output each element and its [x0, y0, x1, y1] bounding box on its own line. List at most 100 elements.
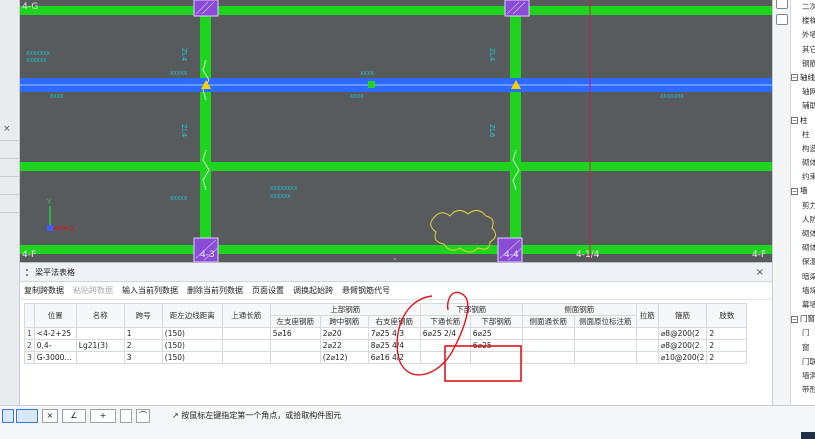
column-header[interactable]: 侧面通长筋 — [521, 315, 575, 328]
column-header[interactable]: 肢数 — [706, 303, 748, 328]
tree-item[interactable]: 辅助 — [791, 99, 815, 113]
drawing-canvas[interactable]: XXXXXXX XXXXXX XXXXX XXXX XXXX XXXX XXXXXXX… — [20, 0, 772, 262]
toolbar-button[interactable]: 删除当前列数据 — [187, 286, 243, 295]
chevron-down-icon[interactable]: ⌄ — [392, 254, 398, 262]
tree-group[interactable]: − 门窗 — [791, 312, 815, 326]
beam-axis-3[interactable] — [200, 0, 211, 262]
list-icon[interactable] — [776, 14, 788, 25]
tree-item[interactable]: 其它 — [791, 43, 815, 57]
table-cell[interactable] — [521, 339, 575, 352]
grip-point[interactable] — [368, 81, 375, 88]
tree-item[interactable]: 构造 — [791, 142, 815, 156]
table-cell[interactable]: ⌀10@200(2 — [657, 351, 708, 364]
tree-item[interactable]: 剪力 — [791, 199, 815, 213]
table-cell[interactable]: (150) — [161, 339, 223, 352]
beam-axis-4[interactable] — [510, 0, 521, 262]
column-top-3[interactable] — [193, 0, 219, 17]
tree-item[interactable]: 楼梯 — [791, 14, 815, 28]
table-cell[interactable]: 2 — [706, 327, 748, 340]
tree-item[interactable]: 柱 — [791, 128, 815, 142]
table-cell[interactable] — [221, 327, 271, 340]
table-cell[interactable] — [269, 351, 321, 364]
toolbar-button[interactable]: 粘贴跨数据 — [73, 286, 113, 295]
table-cell[interactable]: 1 — [123, 327, 163, 340]
table-cell[interactable] — [573, 327, 637, 340]
table-cell[interactable]: 3 — [123, 351, 163, 364]
table-cell[interactable] — [521, 351, 575, 364]
column-header[interactable]: 跨号 — [123, 303, 163, 328]
table-cell[interactable] — [75, 351, 125, 364]
table-cell[interactable] — [269, 339, 321, 352]
column-header[interactable]: 箍筋 — [657, 303, 708, 328]
table-cell[interactable]: 7⌀25 4/3 — [367, 327, 421, 340]
column-header[interactable]: 位置 — [33, 303, 77, 328]
tree-item[interactable]: 窗 — [791, 341, 815, 355]
collapse-icon[interactable]: − — [791, 187, 798, 195]
table-cell[interactable]: 8⌀25 4/4 — [367, 339, 421, 352]
settings-icon[interactable] — [776, 0, 788, 9]
close-icon[interactable]: × — [756, 263, 764, 282]
toolbar-button[interactable]: 悬臂钢筋代号 — [342, 286, 390, 295]
row-number[interactable]: 3 — [24, 351, 35, 364]
column-header[interactable]: 距左边线距离 — [161, 303, 223, 328]
beam-top[interactable] — [20, 6, 772, 15]
table-cell[interactable] — [635, 339, 659, 352]
tree-item[interactable]: 墙洞 — [791, 369, 815, 383]
table-cell[interactable] — [521, 327, 575, 340]
tree-item[interactable]: 砌体 — [791, 241, 815, 255]
table-cell[interactable] — [573, 339, 637, 352]
tree-item[interactable]: 砌体 — [791, 156, 815, 170]
tree-item[interactable]: 门联 — [791, 355, 815, 369]
column-header[interactable]: 下部钢筋 — [469, 315, 523, 328]
table-cell[interactable] — [221, 351, 271, 364]
grid-icon[interactable] — [120, 409, 132, 423]
table-cell[interactable]: (150) — [161, 351, 223, 364]
table-cell[interactable]: 6⌀25 — [469, 339, 523, 352]
column-header[interactable]: 跨中钢筋 — [319, 315, 369, 328]
table-cell[interactable] — [221, 339, 271, 352]
column-header[interactable]: 左支座钢筋 — [269, 315, 321, 328]
table-cell[interactable]: 2 — [706, 339, 748, 352]
table-cell[interactable]: 2⌀20 — [319, 327, 369, 340]
table-cell[interactable]: 6⌀25 2/4 — [419, 327, 471, 340]
tree-item[interactable]: 砌体 — [791, 227, 815, 241]
table-cell[interactable] — [419, 351, 471, 364]
table-cell[interactable] — [75, 327, 125, 340]
table-cell[interactable]: ⌀8@200(2 — [657, 339, 708, 352]
table-cell[interactable]: 5⌀16 — [269, 327, 321, 340]
table-cell[interactable]: (150) — [161, 327, 223, 340]
close-icon[interactable]: × — [3, 124, 11, 134]
tree-item[interactable]: 人防 — [791, 213, 815, 227]
collapse-icon[interactable]: − — [791, 117, 798, 124]
tree-item[interactable]: 墙垛 — [791, 284, 815, 298]
tree-item[interactable]: 钢筋 — [791, 57, 815, 71]
tree-item[interactable]: 轴网 — [791, 85, 815, 99]
tree-item[interactable]: 外墙 — [791, 28, 815, 42]
table-row[interactable]: 2 0,4- Lg21(3) 2 (150) 2⌀22 8⌀25 4/4 6⌀25 ⌀8@200… — [24, 339, 748, 352]
table-cell[interactable]: Lg21(3) — [75, 339, 125, 352]
arc-icon[interactable]: ⌒ — [136, 409, 150, 423]
table-row[interactable]: 3 G-3000... 3 (150) (2⌀12) 6⌀16 4/2 ⌀10@200(2 2 — [24, 351, 748, 364]
table-cell[interactable]: (2⌀12) — [319, 351, 369, 364]
table-cell[interactable]: 2 — [123, 339, 163, 352]
snap-icon[interactable]: + — [90, 409, 116, 423]
tree-item[interactable]: 暗梁 — [791, 270, 815, 284]
toolbar-button[interactable]: 调换起始跨 — [293, 286, 333, 295]
close-icon[interactable]: × — [42, 409, 58, 423]
select-mode-button[interactable] — [16, 409, 38, 423]
row-number[interactable]: 2 — [24, 339, 35, 352]
toolbar-button[interactable]: 页面设置 — [252, 286, 284, 295]
toolbar-button[interactable]: 复制跨数据 — [24, 286, 64, 295]
tree-item[interactable]: 幕墙 — [791, 298, 815, 312]
table-cell[interactable]: ⌀8@200(2 — [657, 327, 708, 340]
column-header[interactable]: 拉筋 — [635, 303, 659, 328]
beam-middle[interactable] — [20, 162, 772, 171]
angle-icon[interactable]: ∠ — [62, 409, 86, 423]
tree-item[interactable]: 二次 — [791, 0, 815, 14]
table-cell[interactable]: 2 — [706, 351, 748, 364]
table-cell[interactable] — [419, 339, 471, 352]
grip-icon[interactable] — [26, 269, 31, 276]
table-cell[interactable]: 2⌀22 — [319, 339, 369, 352]
column-header[interactable]: 上通长筋 — [221, 303, 271, 328]
table-cell[interactable] — [469, 351, 523, 364]
